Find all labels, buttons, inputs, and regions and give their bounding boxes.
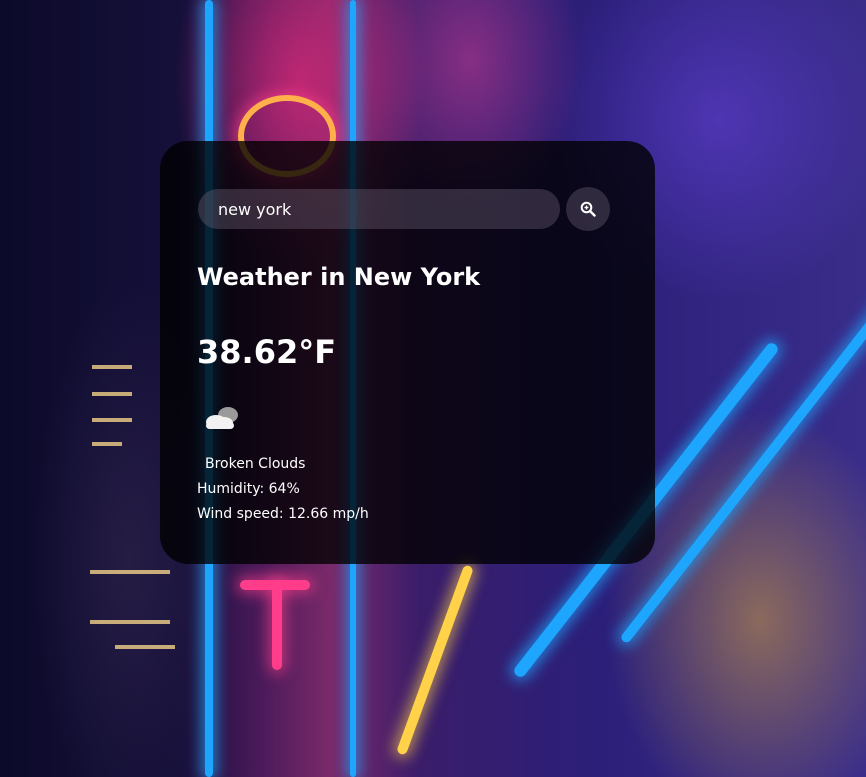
- building-window: [92, 418, 132, 422]
- building-window: [92, 365, 132, 369]
- building-window: [90, 620, 170, 624]
- humidity-text: Humidity: 64%: [197, 481, 300, 497]
- building-window: [90, 570, 170, 574]
- city-title: Weather in New York: [197, 263, 481, 291]
- temperature: 38.62°F: [197, 333, 337, 371]
- broken-clouds-icon: [206, 407, 238, 429]
- building-window: [92, 392, 132, 396]
- search-button[interactable]: [566, 187, 610, 231]
- search-bar: [198, 187, 610, 231]
- weather-details: Broken Clouds Humidity: 64% Wind speed: …: [197, 452, 369, 527]
- magnifier-icon: [580, 201, 596, 217]
- wind-speed-text: Wind speed: 12.66 mp/h: [197, 506, 369, 522]
- building-window: [115, 645, 175, 649]
- search-input[interactable]: [198, 189, 560, 229]
- building-window: [92, 442, 122, 446]
- weather-description: Broken Clouds: [205, 456, 306, 472]
- weather-card: Weather in New York 38.62°F Broken Cloud…: [160, 141, 655, 564]
- neon-letter-t-stem: [272, 580, 282, 670]
